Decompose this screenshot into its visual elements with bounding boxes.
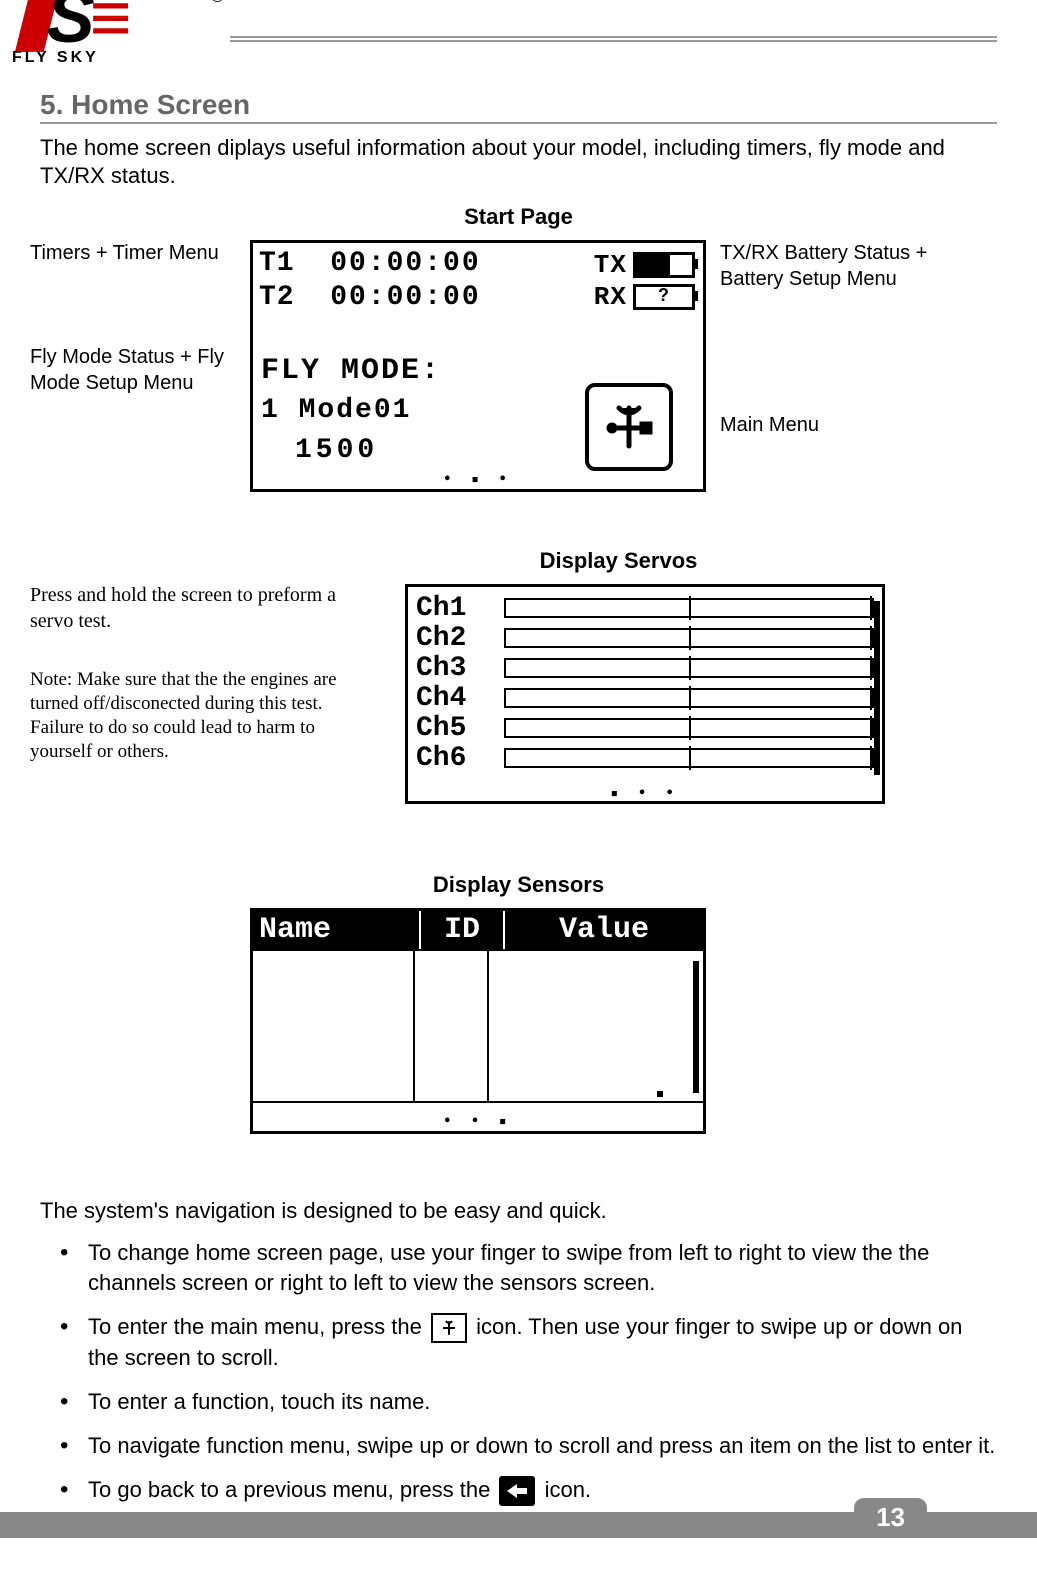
flymode-line2: 1 Mode01	[261, 391, 441, 431]
servo-row-ch1: Ch1	[416, 593, 874, 623]
flymode-title: FLY MODE:	[261, 351, 441, 391]
sensors-body[interactable]	[253, 949, 703, 1103]
servo-warning: Note: Make sure that the the engines are…	[30, 668, 370, 764]
nav-bullet-3: To enter a function, touch its name.	[60, 1387, 997, 1417]
nav-bullet-4: To navigate function menu, swipe up or d…	[60, 1431, 997, 1461]
page-indicator: ▪ • •	[610, 786, 679, 801]
flymode-line3: 1500	[295, 431, 441, 471]
registered-mark: ®	[211, 0, 224, 7]
section-heading: 5. Home Screen	[40, 90, 997, 124]
page-indicator: • • ▪	[443, 1114, 512, 1129]
sensors-caption: Display Sensors	[40, 872, 997, 898]
servo-instruction: Press and hold the screen to preform a s…	[30, 582, 370, 634]
callout-timers: Timers + Timer Menu	[30, 240, 219, 266]
servo-row-ch5: Ch5	[416, 713, 874, 743]
nav-bullet-1: To change home screen page, use your fin…	[60, 1238, 997, 1298]
servo-row-ch4: Ch4	[416, 683, 874, 713]
dot-icon	[657, 1091, 663, 1097]
servo-row-ch6: Ch6	[416, 743, 874, 773]
servo-row-ch3: Ch3	[416, 653, 874, 683]
nav-bullet-2: To enter the main menu, press the icon. …	[60, 1312, 997, 1373]
col-id: ID	[421, 911, 505, 949]
back-arrow-icon	[499, 1476, 535, 1506]
servos-screen[interactable]: Ch1 Ch2 Ch3 Ch4 Ch5 Ch6 ▪ • •	[405, 584, 885, 804]
servos-caption: Display Servos	[240, 548, 997, 574]
main-menu-icon[interactable]	[585, 383, 673, 471]
page-footer: 13	[0, 1512, 1037, 1538]
page-number: 13	[854, 1498, 927, 1537]
rx-label: RX	[594, 282, 627, 312]
flymode-area[interactable]: FLY MODE: 1 Mode01 1500	[261, 351, 441, 471]
col-name: Name	[253, 911, 421, 949]
intro-text: The home screen diplays useful informati…	[40, 134, 997, 190]
brand-header: ® ▮S≡ FLY SKY	[40, 0, 997, 90]
callout-mainmenu: Main Menu	[720, 412, 819, 438]
timer1-label: T1	[259, 248, 295, 279]
scrollbar-indicator[interactable]	[874, 601, 880, 775]
tx-battery-icon	[633, 252, 695, 278]
flysky-logo: ® ▮S≡ FLY SKY	[12, 0, 212, 86]
timer1-value: 00:00:00	[330, 248, 480, 279]
callout-flymode: Fly Mode Status + Fly Mode Setup Menu	[30, 344, 240, 396]
sensors-screen[interactable]: Name ID Value • • ▪	[250, 908, 706, 1134]
battery-area[interactable]: TX RX?	[594, 249, 695, 313]
tx-label: TX	[594, 250, 627, 280]
start-page-screen[interactable]: T1 00:00:00 T2 00:00:00 TX RX? FLY MODE:…	[250, 240, 706, 492]
page-indicator: • ▪ •	[443, 472, 512, 487]
timer2-value: 00:00:00	[330, 282, 480, 313]
sensors-header: Name ID Value	[253, 911, 703, 949]
scrollbar-indicator[interactable]	[693, 961, 699, 1093]
timers-area[interactable]: T1 00:00:00 T2 00:00:00	[259, 247, 481, 315]
header-rule	[230, 36, 997, 42]
timer2-label: T2	[259, 282, 295, 313]
callout-battery: TX/RX Battery Status + Battery Setup Men…	[720, 240, 980, 292]
start-page-caption: Start Page	[40, 204, 997, 230]
col-value: Value	[505, 911, 703, 949]
servo-row-ch2: Ch2	[416, 623, 874, 653]
wrench-icon	[431, 1313, 467, 1343]
rx-battery-icon: ?	[633, 284, 695, 310]
nav-lead: The system's navigation is designed to b…	[40, 1196, 997, 1226]
